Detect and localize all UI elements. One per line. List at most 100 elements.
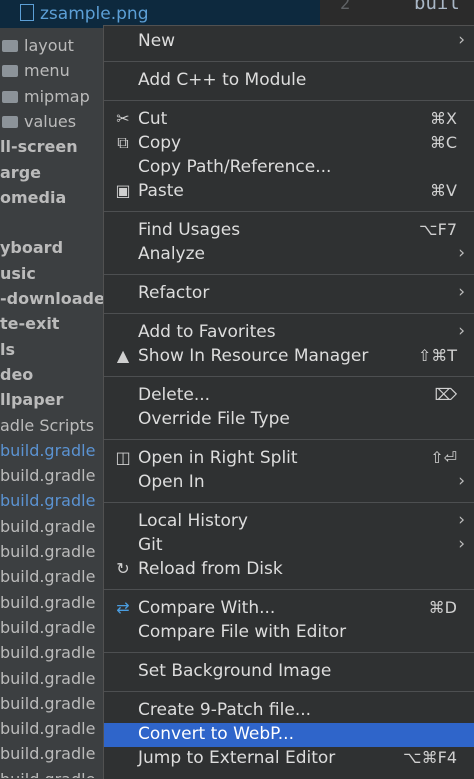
menu-item-git[interactable]: Git › [104,534,474,558]
reload-icon: ↻ [116,559,130,578]
menu-item-copy-path-reference[interactable]: Copy Path/Reference... [104,156,474,180]
image-file-icon [20,4,34,21]
tree-item[interactable]: build.gradle [0,590,95,615]
menu-item-add-to-favorites[interactable]: Add to Favorites › [104,321,474,345]
tree-item-label: usic [0,263,36,283]
menu-item-label: Cut [138,109,168,129]
tree-item[interactable]: arge [0,160,41,185]
menu-item-open-in-right-split[interactable]: ◫ Open in Right Split ⇧⏎ [104,447,474,471]
tree-item[interactable]: ls [0,337,15,362]
menu-item-compare-with[interactable]: ⇄ Compare With... ⌘D [104,597,474,621]
menu-item-new[interactable]: New › [104,30,474,54]
tree-item[interactable]: build.gradle [0,716,95,741]
selected-file-label: zsample.png [40,4,149,24]
menu-separator [104,211,474,212]
tree-item-label: llpaper [0,390,64,410]
tree-item[interactable]: deo [0,362,33,387]
menu-item-label: Copy [138,133,182,153]
menu-item-paste[interactable]: ▣ Paste ⌘V [104,180,474,204]
menu-separator [104,274,474,275]
context-menu[interactable]: New › Add C++ to Module ✂ Cut ⌘X ⧉ Copy ⌘C Copy P… [103,25,474,779]
chevron-right-icon: › [458,243,465,263]
tree-item[interactable]: llpaper [0,387,63,412]
tree-item[interactable]: usic [0,261,36,286]
menu-item-label: Open in Right Split [138,448,298,468]
menu-item-label: Add C++ to Module [138,70,307,90]
menu-separator [104,652,474,653]
menu-shortcut: ⇧⏎ [430,448,457,467]
scissors-icon: ✂ [116,109,130,128]
tree-item-label: build.gradle [0,491,96,511]
menu-separator [104,502,474,503]
tree-item[interactable]: ll-screen [0,134,78,159]
folder-icon [2,65,18,78]
menu-separator [104,376,474,377]
menu-item-local-history[interactable]: Local History › [104,510,474,534]
chevron-right-icon: › [458,30,465,50]
tree-folder-mipmap[interactable]: mipmap [0,84,90,109]
tree-item[interactable]: build.gradle [0,514,95,539]
menu-item-label: Set Background Image [138,661,332,681]
menu-separator [104,691,474,692]
tree-item[interactable]: build.gradle [0,767,95,778]
menu-item-label: Compare With... [138,598,276,618]
menu-item-cut[interactable]: ✂ Cut ⌘X [104,108,474,132]
menu-item-compare-file-with-editor[interactable]: Compare File with Editor [104,621,474,645]
tree-item[interactable]: te-exit [0,311,59,336]
menu-item-create-9-patch-file[interactable]: Create 9-Patch file... [104,699,474,723]
menu-item-show-in-resource-manager[interactable]: ▲ Show In Resource Manager ⇧⌘T [104,345,474,369]
menu-item-analyze[interactable]: Analyze › [104,243,474,267]
tree-item[interactable]: build.gradle [0,564,95,589]
menu-item-label: Override File Type [138,409,290,429]
tree-item[interactable]: build.gradle [0,666,95,691]
menu-item-copy[interactable]: ⧉ Copy ⌘C [104,132,474,156]
menu-shortcut: ⌘C [429,133,457,152]
tree-item[interactable]: omedia [0,185,66,210]
chevron-right-icon: › [458,510,465,530]
menu-shortcut: ⌘X [430,109,457,128]
menu-item-jump-to-external-editor[interactable]: Jump to External Editor ⌥⌘F4 [104,747,474,771]
menu-item-label: Analyze [138,244,205,264]
tree-item-label: ll-screen [0,137,78,157]
tree-item[interactable]: build.gradle [0,539,95,564]
tree-folder-values[interactable]: values [0,109,76,134]
tree-item[interactable]: build.gradle [0,463,95,488]
tree-item[interactable]: build.gradle [0,640,95,665]
menu-item-convert-to-webp[interactable]: Convert to WebP... [104,723,474,747]
tree-item-label: build.gradle [0,516,96,536]
tree-item[interactable]: yboard [0,235,63,260]
menu-separator [104,589,474,590]
tree-item[interactable]: -downloader [0,286,113,311]
tree-item[interactable]: build.gradle [0,741,95,766]
tree-item-label: layout [24,36,74,55]
folder-icon [2,115,18,128]
tree-item[interactable]: build.gradle [0,691,95,716]
tree-item-label: build.gradle [0,542,96,561]
menu-item-set-background-image[interactable]: Set Background Image [104,660,474,684]
tree-item-label: values [24,111,77,131]
menu-item-label: Local History [138,511,248,531]
tree-folder-menu[interactable]: menu [0,58,70,83]
tree-item[interactable]: build.gradle [0,488,95,513]
folder-icon [2,40,18,52]
tree-item[interactable]: build.gradle [0,615,95,640]
menu-item-add-c-to-module[interactable]: Add C++ to Module [104,69,474,93]
folder-icon [2,90,18,103]
tree-folder-layout[interactable]: layout [0,33,74,58]
menu-item-reload-from-disk[interactable]: ↻ Reload from Disk [104,558,474,582]
menu-item-find-usages[interactable]: Find Usages ⌥F7 [104,219,474,243]
clipboard-icon: ▣ [115,181,131,200]
menu-item-refactor[interactable]: Refactor › [104,282,474,306]
menu-separator [104,313,474,314]
tree-item[interactable]: adle Scripts [0,413,94,438]
menu-shortcut: ⌥⌘F4 [403,748,457,767]
tree-item[interactable]: build.gradle [0,438,95,463]
menu-shortcut: ⌥F7 [419,220,457,239]
menu-item-delete[interactable]: Delete... ⌦ [104,384,474,408]
tree-item-label: build.gradle [0,466,96,486]
menu-item-open-in[interactable]: Open In › [104,471,474,495]
menu-item-label: Create 9-Patch file... [138,700,312,720]
chevron-right-icon: › [458,282,465,302]
menu-item-override-file-type[interactable]: Override File Type [104,408,474,432]
tree-item-selected-file[interactable]: zsample.png [20,4,149,24]
